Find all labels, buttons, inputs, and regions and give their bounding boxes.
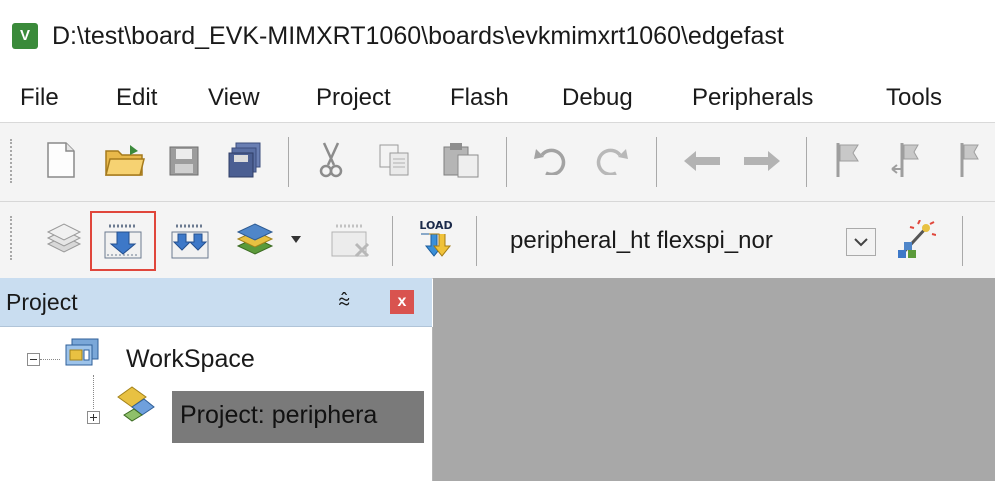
build-icon[interactable] [103, 222, 143, 260]
menu-edit[interactable]: Edit [116, 84, 157, 112]
toolbar-separator [288, 137, 289, 187]
target-select-value: peripheral_ht flexspi_nor [510, 227, 773, 254]
menu-peripherals[interactable]: Peripherals [692, 84, 813, 112]
file-toolbar [0, 123, 995, 202]
rebuild-icon[interactable] [170, 222, 210, 260]
new-file-icon[interactable] [46, 141, 76, 179]
redo-icon[interactable] [596, 145, 628, 175]
undo-icon[interactable] [534, 145, 566, 175]
menu-flash[interactable]: Flash [450, 84, 509, 112]
translate-icon[interactable] [44, 222, 84, 260]
navigate-back-icon[interactable] [682, 149, 722, 173]
menu-bar: File Edit View Project Flash Debug Perip… [0, 72, 995, 123]
menu-tools[interactable]: Tools [886, 84, 942, 112]
bookmark-icon[interactable] [834, 141, 864, 179]
editor-area[interactable] [433, 278, 995, 481]
stop-build-icon[interactable] [330, 222, 372, 260]
cut-icon[interactable] [318, 141, 344, 179]
build-toolbar: LOAD peripheral_ht flexspi_nor [0, 202, 995, 279]
title-bar: V D:\test\board_EVK-MIMXRT1060\boards\ev… [0, 0, 995, 72]
copy-icon[interactable] [378, 143, 412, 177]
window-title: D:\test\board_EVK-MIMXRT1060\boards\evkm… [52, 22, 784, 50]
target-select[interactable]: peripheral_ht flexspi_nor [496, 223, 884, 261]
previous-bookmark-icon[interactable] [890, 141, 922, 179]
toolbar-grip[interactable] [10, 139, 15, 183]
toolbar-separator [656, 137, 657, 187]
menu-view[interactable]: View [208, 84, 260, 112]
close-icon[interactable]: x [390, 290, 414, 314]
menu-debug[interactable]: Debug [562, 84, 633, 112]
toolbar-grip[interactable] [10, 216, 15, 260]
menu-project[interactable]: Project [316, 84, 391, 112]
workspace-icon [62, 337, 102, 373]
save-icon[interactable] [168, 145, 200, 177]
target-select-dropdown[interactable] [846, 228, 876, 256]
next-bookmark-icon[interactable] [950, 141, 980, 179]
chevron-down-icon[interactable] [291, 236, 301, 244]
tree-item-project[interactable]: Project: periphera [172, 391, 424, 443]
tree-item-project-label: Project: periphera [180, 401, 378, 429]
tree-item-workspace[interactable]: WorkSpace [126, 345, 255, 374]
toolbar-separator [392, 216, 393, 266]
open-folder-icon[interactable] [104, 143, 146, 179]
batch-build-icon[interactable] [234, 220, 276, 260]
project-panel-title: Project [6, 289, 78, 315]
options-for-target-icon[interactable] [896, 220, 936, 260]
project-tree: WorkSpace Project: periphera [0, 327, 433, 481]
chevron-down-icon [854, 238, 868, 247]
toolbar-separator [806, 137, 807, 187]
download-load-icon[interactable]: LOAD [415, 216, 457, 264]
uvision-app-icon[interactable]: V [12, 23, 38, 49]
toolbar-separator [476, 216, 477, 266]
paste-icon[interactable] [442, 141, 480, 179]
collapse-toggle-icon[interactable] [27, 353, 40, 366]
toolbar-separator [962, 216, 963, 266]
pin-icon[interactable]: ⩯ [338, 290, 350, 314]
toolbar-separator [506, 137, 507, 187]
menu-file[interactable]: File [20, 84, 59, 112]
load-label: LOAD [419, 219, 452, 232]
navigate-forward-icon[interactable] [742, 149, 782, 173]
project-panel-header: Project ⩯ x [0, 278, 432, 327]
expand-toggle-icon[interactable] [87, 411, 100, 424]
project-icon [110, 385, 158, 429]
save-all-icon[interactable] [228, 141, 262, 179]
